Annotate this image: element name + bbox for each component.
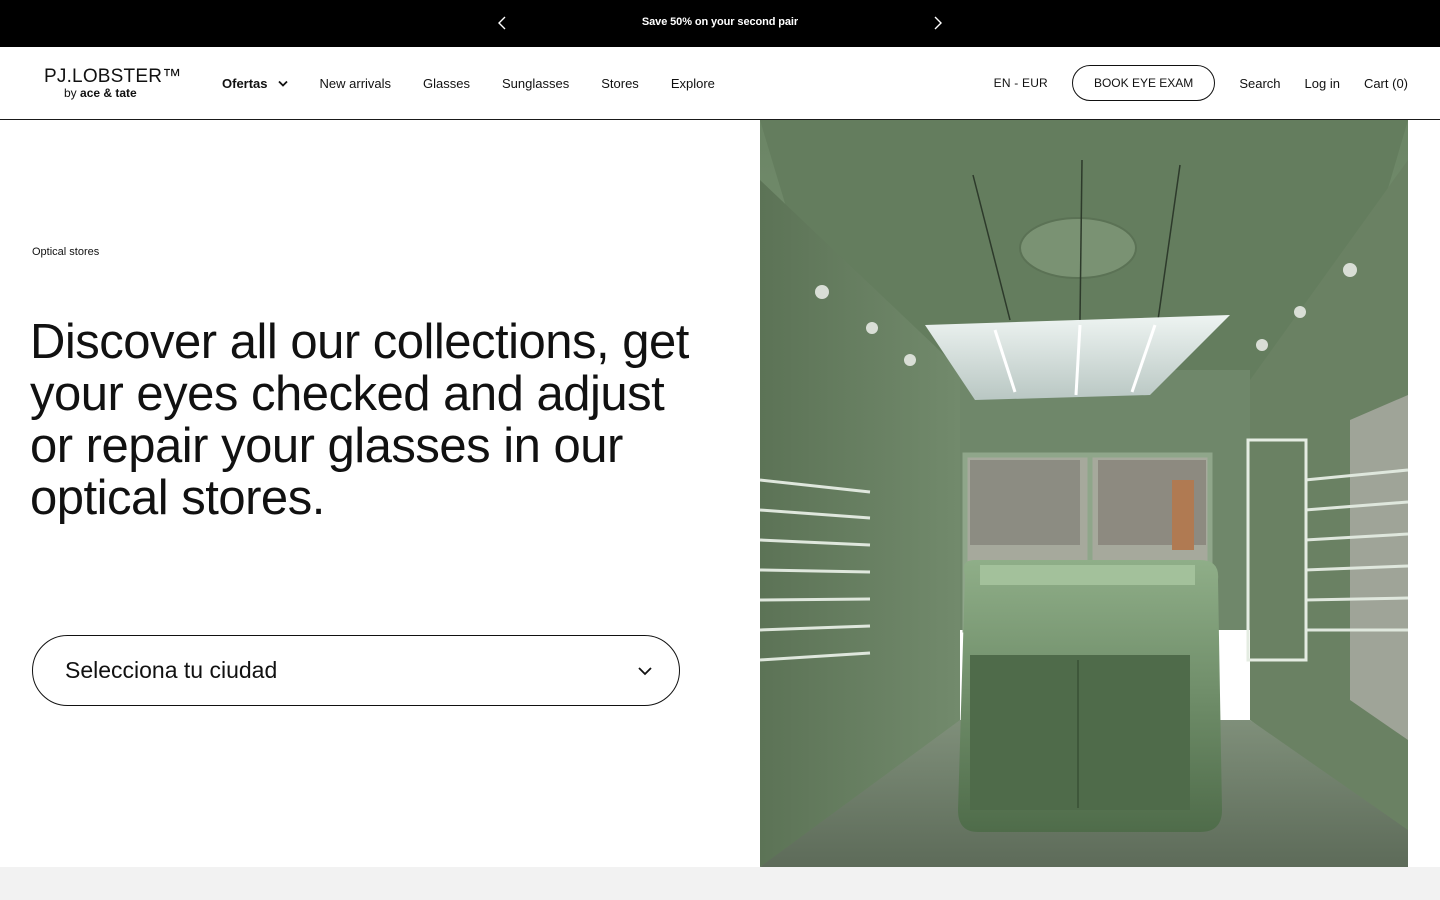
- book-eye-exam-button[interactable]: BOOK EYE EXAM: [1071, 65, 1216, 101]
- chevron-down-icon: [638, 667, 652, 676]
- chevron-down-icon: [277, 80, 288, 87]
- nav-item-glasses[interactable]: Glasses: [423, 76, 470, 91]
- brand-byline: by ace & tate: [64, 86, 184, 100]
- chevron-right-icon[interactable]: [929, 14, 947, 32]
- eyebrow-label: Optical stores: [32, 246, 100, 258]
- page-title: Discover all our collections, get your e…: [30, 315, 689, 525]
- nav-item-new-arrivals[interactable]: New arrivals: [320, 76, 392, 91]
- announcement-message[interactable]: Save 50% on your second pair: [0, 16, 1440, 28]
- brand-byline-by: by: [64, 86, 77, 100]
- nav-item-explore[interactable]: Explore: [671, 76, 715, 91]
- cart-link[interactable]: Cart (0): [1364, 76, 1408, 91]
- brand-byline-partner: ace & tate: [80, 86, 137, 100]
- footer-strip: [0, 867, 1440, 900]
- brand-name: PJ.LOBSTER™: [44, 66, 182, 87]
- hero-content: Optical stores Discover all our collecti…: [0, 120, 760, 867]
- nav-item-ofertas[interactable]: Ofertas: [222, 76, 288, 91]
- city-select[interactable]: Selecciona tu ciudad: [32, 635, 680, 706]
- search-link[interactable]: Search: [1239, 76, 1280, 91]
- main-nav: Ofertas New arrivals Glasses Sunglasses …: [222, 74, 747, 92]
- announcement-bar: Save 50% on your second pair: [0, 0, 1440, 47]
- nav-item-sunglasses[interactable]: Sunglasses: [502, 76, 569, 91]
- nav-item-label: Ofertas: [222, 75, 268, 91]
- brand-logo[interactable]: PJ.LOBSTER™ by ace & tate: [44, 67, 184, 103]
- language-currency-selector[interactable]: EN - EUR: [994, 76, 1048, 90]
- nav-item-stores[interactable]: Stores: [601, 76, 639, 91]
- store-interior-photo: [760, 120, 1408, 867]
- header-actions: EN - EUR BOOK EYE EXAM Search Log in Car…: [994, 65, 1408, 101]
- city-select-value: Selecciona tu ciudad: [65, 657, 278, 683]
- login-link[interactable]: Log in: [1305, 76, 1340, 91]
- site-header: PJ.LOBSTER™ by ace & tate Ofertas New ar…: [0, 47, 1440, 120]
